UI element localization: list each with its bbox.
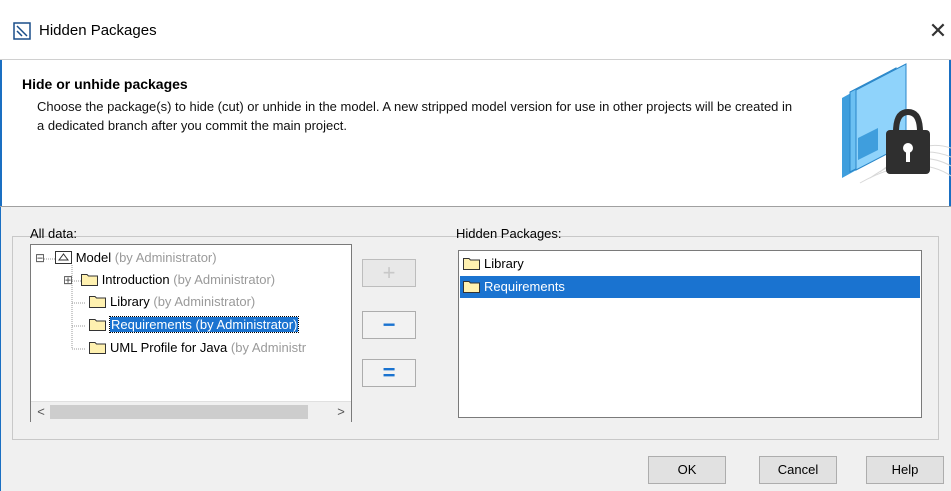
tree-item-label: Library (110, 294, 150, 309)
close-icon[interactable]: ✕ (925, 16, 951, 46)
all-data-label: All data: (30, 226, 77, 241)
ok-button[interactable]: OK (648, 456, 726, 484)
remove-all-button[interactable]: = (362, 359, 416, 387)
folder-icon (89, 319, 106, 332)
list-item-label: Requirements (484, 279, 565, 294)
package-icon (54, 251, 72, 265)
header-separator (0, 206, 951, 207)
collapse-icon[interactable]: ⊟ (35, 251, 45, 265)
folder-lock-icon (842, 63, 951, 184)
tree-item-label: Introduction (101, 272, 170, 287)
list-item[interactable]: Requirements (460, 276, 920, 298)
folder-icon (89, 296, 106, 309)
add-button[interactable]: + (362, 259, 416, 287)
title-bar[interactable]: Hidden Packages ✕ (0, 0, 951, 60)
folder-icon (80, 274, 98, 287)
tree-item-uml-profile[interactable]: UML Profile for Java (by Administr (89, 337, 306, 359)
tree-item-library[interactable]: Library (by Administrator) (89, 291, 255, 313)
folder-icon (89, 342, 106, 355)
header-description: Choose the package(s) to hide (cut) or u… (37, 99, 793, 133)
tree-item-owner: (by Administr (230, 340, 307, 355)
hidden-packages-label: Hidden Packages: (456, 226, 562, 241)
scroll-right-icon[interactable]: > (333, 402, 349, 422)
tree-item-introduction[interactable]: ⊞ Introduction (by Administrator) (63, 269, 275, 291)
folder-icon (463, 281, 480, 294)
expand-icon[interactable]: ⊞ (63, 273, 73, 287)
scroll-thumb[interactable] (50, 405, 308, 419)
scroll-left-icon[interactable]: < (33, 402, 49, 422)
tree-item-model[interactable]: ⊟ Model (by Administrator) (35, 247, 217, 269)
tree-item-requirements[interactable]: Requirements (by Administrator) (89, 314, 300, 336)
tree-horizontal-scrollbar[interactable]: < > (31, 401, 351, 422)
tree-item-owner: (by Administrator) (153, 294, 256, 309)
plus-icon: + (382, 260, 396, 285)
help-button[interactable]: Help (866, 456, 944, 484)
remove-button[interactable]: − (362, 311, 416, 339)
hidden-packages-list[interactable]: Library Requirements (458, 250, 922, 418)
header-heading: Hide or unhide packages (22, 76, 188, 92)
minus-icon: − (382, 312, 396, 337)
list-item[interactable]: Library (460, 253, 920, 275)
tree-item-label: Model (75, 250, 112, 265)
remove-all-icon: = (382, 360, 396, 385)
window-title: Hidden Packages (39, 22, 157, 39)
tree-item-label: Requirements (by Administrator) (108, 316, 300, 333)
all-data-tree[interactable]: ⊟ Model (by Administrator) ⊞ Introductio… (30, 244, 352, 422)
list-item-label: Library (484, 256, 524, 271)
tree-item-label: UML Profile for Java (110, 340, 228, 355)
tree-item-owner: (by Administrator) (114, 250, 217, 265)
folder-icon (463, 258, 480, 271)
tree-item-owner: (by Administrator) (173, 272, 276, 287)
cancel-button[interactable]: Cancel (759, 456, 837, 484)
dialog-icon (13, 22, 31, 40)
